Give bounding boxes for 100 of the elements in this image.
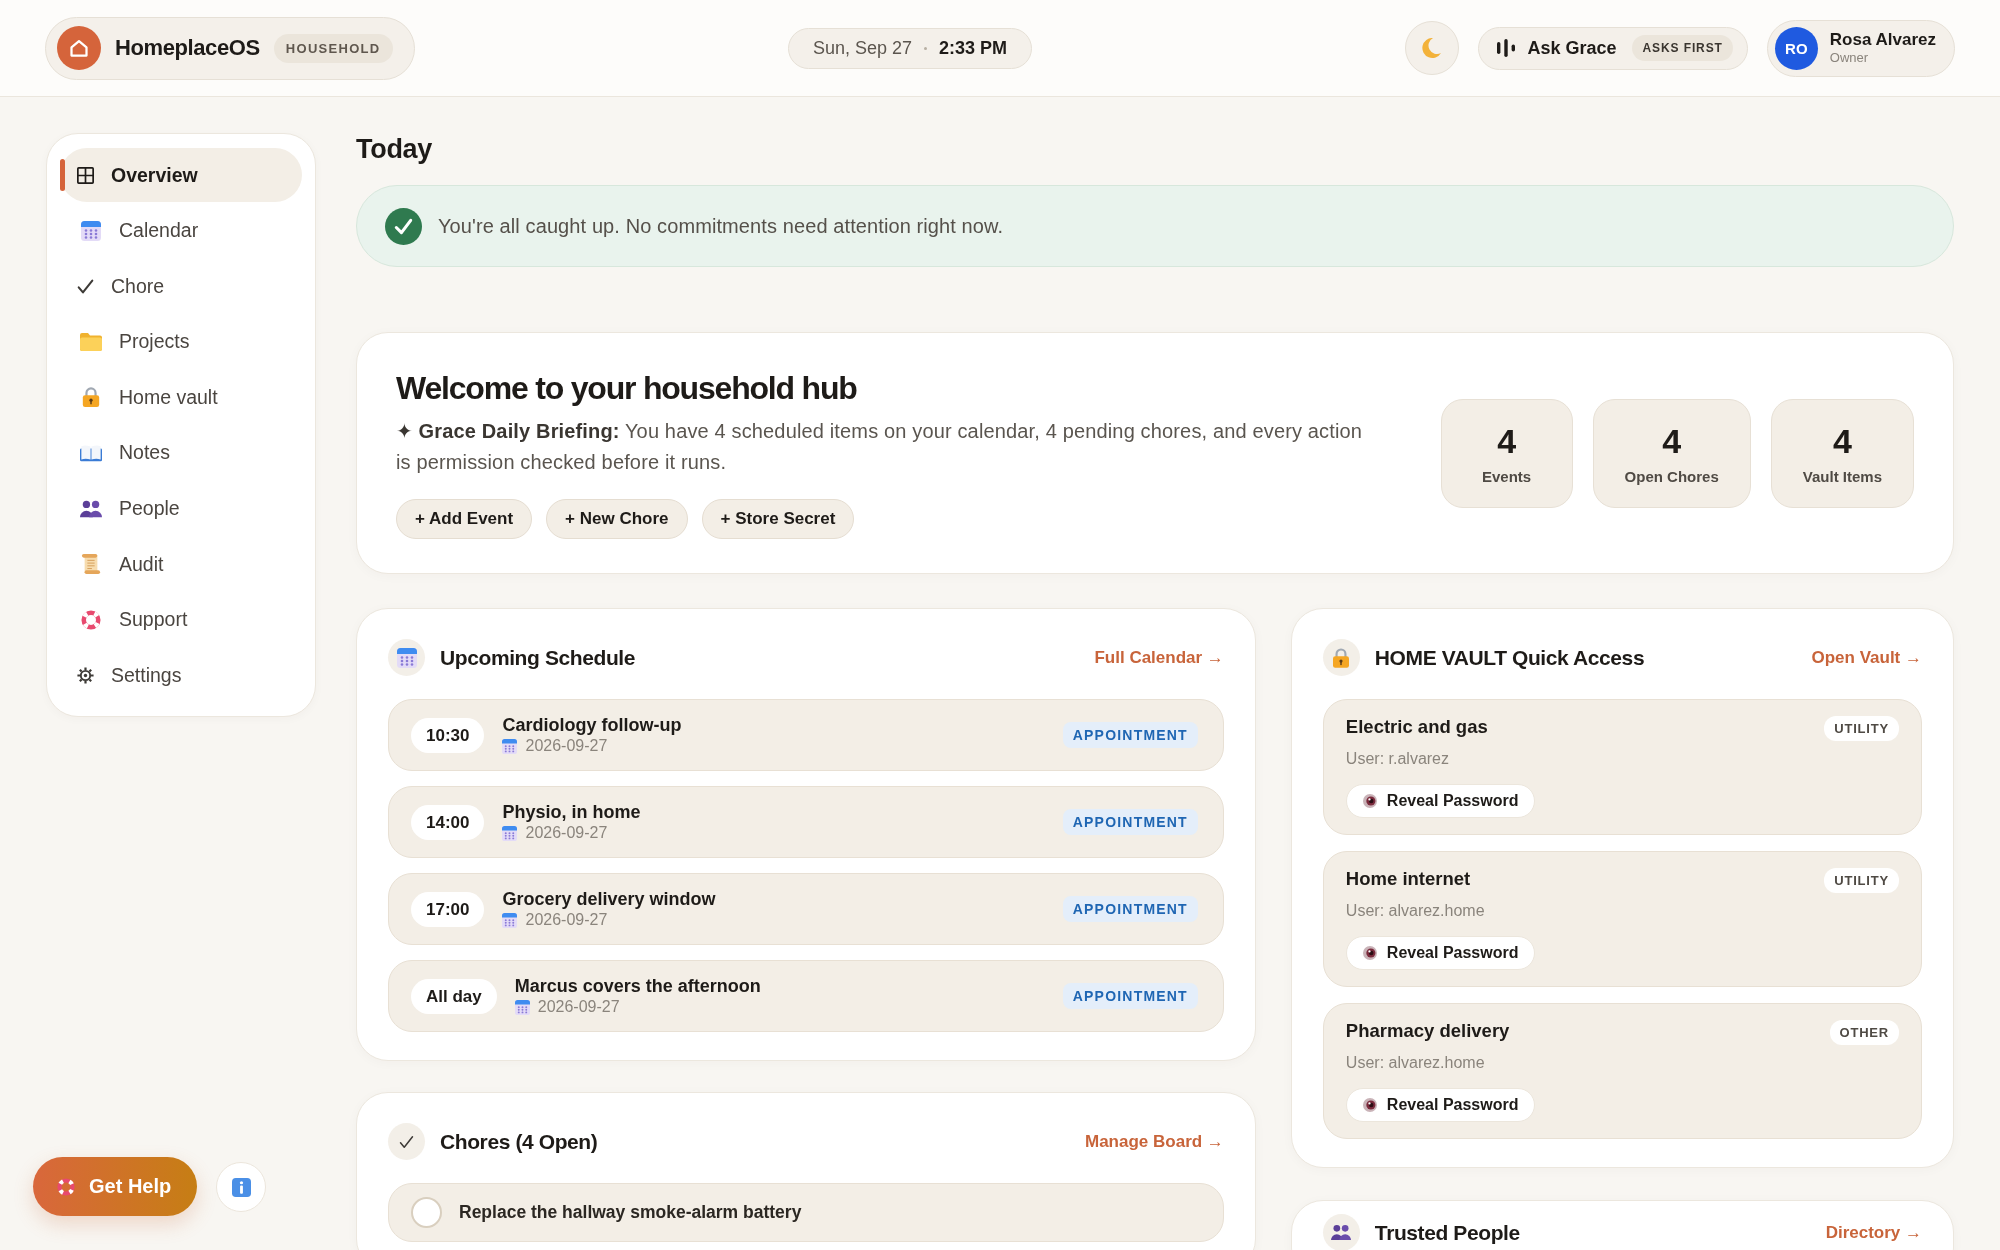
event-date: 2026-09-27 — [525, 736, 608, 756]
card-title: Trusted People — [1374, 1220, 1520, 1245]
event-title: Grocery delivery window — [502, 888, 716, 910]
reveal-password-button[interactable]: Reveal Password — [1345, 1088, 1536, 1122]
lifebuoy-icon — [57, 1177, 75, 1196]
workspace-badge: HOUSEHOLD — [273, 33, 393, 63]
event-date: 2026-09-27 — [525, 823, 608, 843]
vault-item-name: Home internet — [1345, 868, 1471, 890]
full-calendar-link[interactable]: Full Calendar → — [1094, 647, 1224, 668]
vault-item-user: User: r.alvarez — [1345, 749, 1449, 769]
people-icon — [80, 498, 102, 519]
event-title: Cardiology follow-up — [502, 714, 682, 736]
card-title: Chores (4 Open) — [440, 1129, 598, 1154]
user-role: Owner — [1829, 50, 1870, 66]
sidebar-item[interactable]: Support — [60, 592, 302, 647]
welcome-title: Welcome to your household hub — [396, 368, 857, 408]
chore-label: Replace the hallway smoke-alarm battery — [459, 1202, 802, 1223]
stat-label: Open Chores — [1624, 467, 1719, 485]
event-time: 14:00 — [411, 804, 485, 840]
sound-bars-icon — [1497, 39, 1516, 57]
calendar-icon — [388, 639, 425, 676]
eye-icon — [1362, 946, 1377, 960]
card-title: Upcoming Schedule — [440, 645, 636, 670]
grid-icon — [77, 166, 94, 184]
moon-icon — [1422, 38, 1443, 58]
date-text: Sun, Sep 27 — [812, 37, 912, 59]
banner-text: You're all caught up. No commitments need attention right now. — [438, 214, 1004, 238]
event-row[interactable]: 10:30 Cardiology follow-up 2026-09-27 APPOINTMENT — [388, 699, 1224, 771]
event-type-tag: APPOINTMENT — [1062, 809, 1198, 835]
quick-action-button[interactable]: + New Chore — [546, 498, 688, 539]
selection-indicator — [60, 159, 65, 191]
event-time: All day — [411, 978, 497, 1014]
sidebar-item[interactable]: Calendar — [60, 203, 302, 258]
briefing-text: ✦ Grace Daily Briefing: You have 4 scheduled items on your calendar, 4 pending chores, and every action is permission checked before it runs. — [396, 418, 1364, 475]
calendar-icon — [514, 999, 530, 1015]
lifebuoy-icon — [80, 609, 102, 630]
check-circle-icon — [385, 207, 422, 245]
event-row[interactable]: All day Marcus covers the afternoon 2026-09-27 APPOINTMENT — [388, 960, 1224, 1032]
event-date: 2026-09-27 — [537, 997, 620, 1017]
stat-value: 4 — [1497, 421, 1517, 460]
sidebar-item[interactable]: Settings — [60, 648, 302, 703]
calendar-icon — [502, 738, 518, 754]
sidebar-item[interactable]: Audit — [60, 537, 302, 592]
vault-type-tag: OTHER — [1829, 1020, 1899, 1045]
calendar-icon — [80, 220, 102, 241]
vault-item-name: Electric and gas — [1345, 716, 1488, 738]
stat-label: Vault Items — [1802, 467, 1882, 485]
event-type-tag: APPOINTMENT — [1062, 722, 1198, 748]
sidebar-item[interactable]: People — [60, 481, 302, 536]
padlock-icon — [1322, 639, 1360, 676]
eye-icon — [1362, 1098, 1377, 1112]
vault-item-name: Pharmacy delivery — [1345, 1020, 1510, 1042]
card-title: HOME VAULT Quick Access — [1374, 645, 1645, 670]
quick-action-button[interactable]: + Store Secret — [701, 498, 855, 539]
settings-icon — [77, 666, 94, 684]
scroll-icon — [80, 554, 102, 575]
padlock-icon — [80, 387, 102, 408]
time-text: 2:33 PM — [939, 37, 1008, 59]
theme-toggle-button[interactable] — [1405, 21, 1460, 75]
event-row[interactable]: 17:00 Grocery delivery window 2026-09-27 APPOINTMENT — [388, 873, 1224, 945]
page-title: Today — [356, 133, 432, 165]
reveal-password-button[interactable]: Reveal Password — [1345, 936, 1536, 970]
vault-item-user: User: alvarez.home — [1345, 1053, 1485, 1073]
calendar-icon — [502, 912, 518, 928]
sidebar-item[interactable]: Chore — [60, 259, 302, 314]
eye-icon — [1362, 794, 1377, 808]
chore-checkbox[interactable] — [411, 1197, 442, 1228]
manage-board-link[interactable]: Manage Board → — [1085, 1131, 1224, 1152]
directory-link[interactable]: Directory → — [1825, 1222, 1922, 1243]
vault-type-tag: UTILITY — [1824, 868, 1899, 893]
open-vault-link[interactable]: Open Vault → — [1811, 647, 1922, 668]
info-button[interactable] — [216, 1162, 266, 1212]
reveal-password-button[interactable]: Reveal Password — [1345, 784, 1536, 818]
asks-first-badge: ASKS FIRST — [1632, 35, 1733, 61]
info-icon — [231, 1177, 251, 1197]
sidebar-item[interactable]: Overview — [60, 148, 302, 202]
sidebar-item[interactable]: Projects — [60, 314, 302, 369]
vault-type-tag: UTILITY — [1824, 716, 1899, 741]
house-icon — [57, 26, 101, 70]
event-title: Physio, in home — [502, 801, 641, 823]
check-icon — [388, 1123, 425, 1160]
event-time: 17:00 — [411, 891, 485, 927]
event-time: 10:30 — [411, 717, 485, 753]
vault-item-user: User: alvarez.home — [1345, 901, 1485, 921]
quick-action-button[interactable]: + Add Event — [396, 498, 533, 539]
chore-row[interactable]: Replace the hallway smoke-alarm battery — [388, 1183, 1224, 1242]
event-row[interactable]: 14:00 Physio, in home 2026-09-27 APPOINTMENT — [388, 786, 1224, 858]
sidebar-item[interactable]: Notes — [60, 425, 302, 480]
folder-icon — [80, 331, 102, 352]
stat-label: Events — [1482, 467, 1532, 485]
stat-value: 4 — [1832, 421, 1852, 460]
user-menu-button[interactable]: RO Rosa Alvarez Owner — [1766, 19, 1955, 77]
user-avatar: RO — [1774, 26, 1818, 70]
ask-grace-button[interactable]: Ask Grace ASKS FIRST — [1478, 26, 1748, 70]
calendar-icon — [502, 825, 518, 841]
event-date: 2026-09-27 — [525, 910, 608, 930]
stat-value: 4 — [1662, 421, 1682, 460]
sidebar-item[interactable]: Home vault — [60, 370, 302, 425]
check-icon — [77, 277, 94, 295]
event-type-tag: APPOINTMENT — [1062, 896, 1198, 922]
